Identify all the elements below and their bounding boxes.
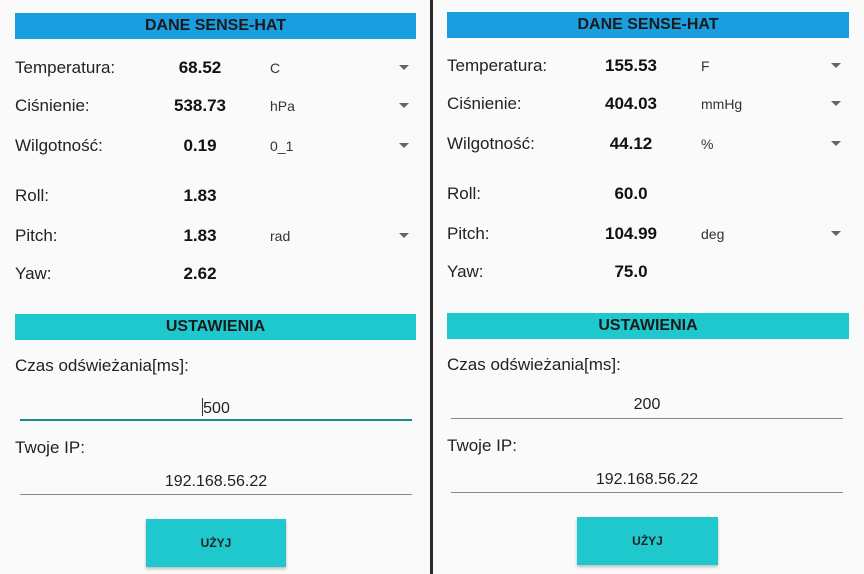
chevron-down-icon[interactable] <box>831 101 841 106</box>
ip-label: Twoje IP: <box>15 438 85 457</box>
humidity-unit-select[interactable]: 0_1 <box>270 138 293 154</box>
ip-underline <box>451 492 843 493</box>
pitch-value: 104.99 <box>605 224 657 243</box>
sense-hat-header: DANE SENSE-HAT <box>447 12 849 38</box>
chevron-down-icon[interactable] <box>399 233 409 238</box>
yaw-label: Yaw: <box>15 264 52 283</box>
humidity-label: Wilgotność: <box>447 134 535 153</box>
sensor-panel-right: DANE SENSE-HAT Temperatura: 155.53 F Ciś… <box>433 0 864 574</box>
chevron-down-icon[interactable] <box>831 141 841 146</box>
pitch-label: Pitch: <box>447 224 490 243</box>
pressure-value: 538.73 <box>174 96 226 115</box>
temperature-unit-select[interactable]: F <box>701 58 710 74</box>
humidity-value: 0.19 <box>183 136 217 155</box>
humidity-unit-select[interactable]: % <box>701 136 713 152</box>
angle-unit-select[interactable]: deg <box>701 226 724 242</box>
ip-input[interactable]: 192.168.56.22 <box>451 471 843 489</box>
roll-label: Roll: <box>15 186 50 205</box>
chevron-down-icon[interactable] <box>399 103 409 108</box>
apply-button[interactable]: UŻYJ <box>577 517 718 565</box>
settings-header: USTAWIENIA <box>15 314 416 340</box>
yaw-value: 2.62 <box>183 264 217 283</box>
refresh-time-input[interactable]: 500 <box>20 398 412 418</box>
temperature-label: Temperatura: <box>447 56 548 75</box>
sensor-panel-left: DANE SENSE-HAT Temperatura: 68.52 C Ciśn… <box>0 0 430 574</box>
roll-value: 1.83 <box>183 186 217 205</box>
pressure-unit-select[interactable]: mmHg <box>701 96 742 112</box>
pressure-label: Ciśnienie: <box>447 94 522 113</box>
refresh-time-underline <box>20 419 412 421</box>
pitch-label: Pitch: <box>15 226 58 245</box>
yaw-value: 75.0 <box>614 262 648 281</box>
angle-unit-select[interactable]: rad <box>270 228 290 244</box>
refresh-time-input[interactable]: 200 <box>451 396 843 414</box>
humidity-label: Wilgotność: <box>15 136 103 155</box>
pressure-label: Ciśnienie: <box>15 96 90 115</box>
temperature-unit-select[interactable]: C <box>270 60 280 76</box>
chevron-down-icon[interactable] <box>831 231 841 236</box>
pitch-value: 1.83 <box>183 226 217 245</box>
yaw-label: Yaw: <box>447 262 484 281</box>
temperature-value: 68.52 <box>178 58 222 77</box>
chevron-down-icon[interactable] <box>831 63 841 68</box>
temperature-label: Temperatura: <box>15 58 116 77</box>
roll-value: 60.0 <box>614 184 648 203</box>
ip-label: Twoje IP: <box>447 436 517 455</box>
refresh-time-value: 500 <box>203 400 230 417</box>
pressure-value: 404.03 <box>605 94 657 113</box>
ip-input[interactable]: 192.168.56.22 <box>20 473 412 491</box>
pressure-unit-select[interactable]: hPa <box>270 98 295 114</box>
ip-underline <box>20 494 412 495</box>
roll-label: Roll: <box>447 184 482 203</box>
chevron-down-icon[interactable] <box>399 143 409 148</box>
humidity-value: 44.12 <box>609 134 653 153</box>
refresh-time-label: Czas odświeżania[ms]: <box>15 356 189 375</box>
refresh-time-label: Czas odświeżania[ms]: <box>447 355 621 374</box>
sense-hat-header: DANE SENSE-HAT <box>15 13 416 39</box>
chevron-down-icon[interactable] <box>399 65 409 70</box>
settings-header: USTAWIENIA <box>447 313 849 339</box>
apply-button[interactable]: UŻYJ <box>146 519 286 567</box>
refresh-time-underline <box>451 418 843 419</box>
temperature-value: 155.53 <box>605 56 657 75</box>
